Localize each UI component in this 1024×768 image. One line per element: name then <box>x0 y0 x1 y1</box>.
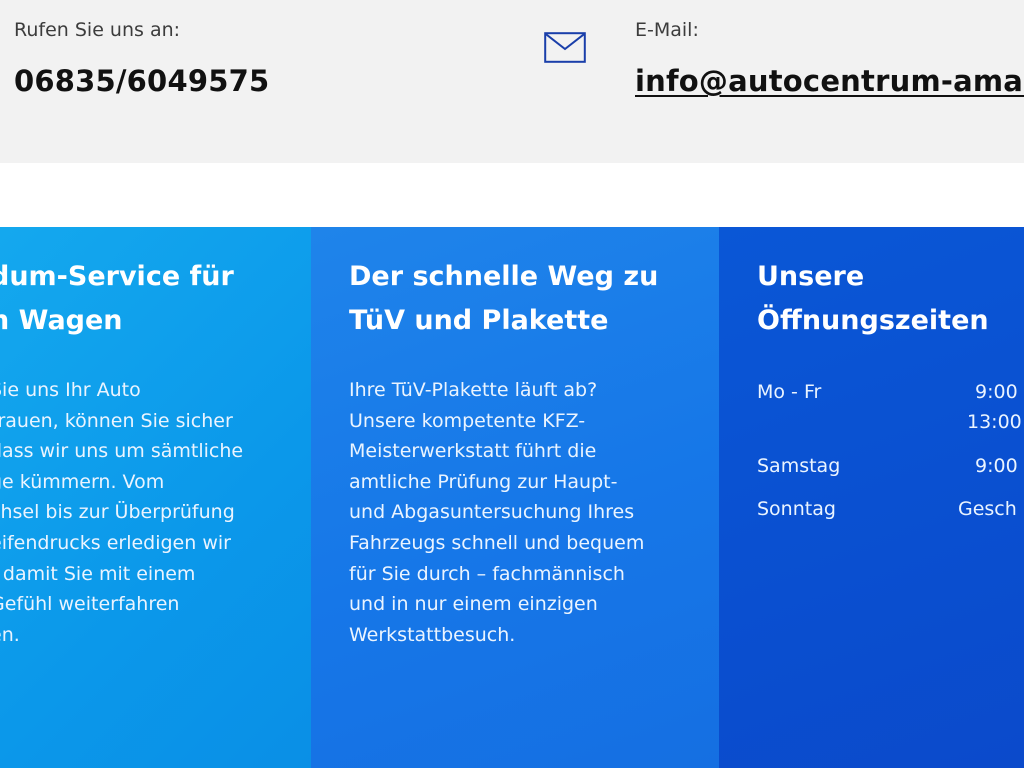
mail-label: E-Mail: <box>635 19 699 41</box>
text-line: Meisterwerkstatt führt die <box>349 440 597 463</box>
title-line: TüV und Plakette <box>349 305 609 336</box>
title-line: n Wagen <box>0 305 123 336</box>
hours-time: 9:00 <box>975 455 1018 477</box>
text-line: Ihre TüV-Plakette läuft ab? <box>349 379 598 401</box>
email-link[interactable]: info@autocentrum-amar <box>635 64 1024 98</box>
text-line: eifendrucks erledigen wir <box>0 531 231 554</box>
column-title: Der schnelle Weg zu TüV und Plakette <box>349 255 658 343</box>
envelope-icon <box>544 32 586 63</box>
column-title: Unsere Öffnungszeiten <box>757 255 989 343</box>
text-line: Sie uns Ihr Auto <box>0 379 141 401</box>
text-line: trauen, können Sie sicher <box>0 409 233 432</box>
service-column-tuev: Der schnelle Weg zu TüV und Plakette Ihr… <box>311 227 719 768</box>
text-line: Gefühl weiterfahren <box>0 593 180 616</box>
text-line: en. <box>0 623 20 646</box>
column-text: Ihre TüV-Plakette läuft ab? Unsere kompe… <box>349 375 644 650</box>
service-column-wheel: dum-Service für n Wagen Sie uns Ihr Auto… <box>0 227 311 768</box>
text-line: - damit Sie mit einem <box>0 562 196 585</box>
spacer <box>0 163 1024 227</box>
text-line: chsel bis zur Überprüfung <box>0 501 235 524</box>
text-line: Fahrzeugs schnell und bequem <box>349 531 645 554</box>
text-line: und in nur einem einzigen <box>349 593 598 616</box>
hours-day-weekdays: Mo - Fr <box>757 381 822 403</box>
title-line: Der schnelle Weg zu <box>349 261 659 292</box>
hours-day-saturday: Samstag <box>757 455 841 477</box>
title-line: Unsere <box>757 261 865 292</box>
text-line: Unsere kompetente KFZ- <box>349 409 586 432</box>
hours-time: 13:00 - <box>967 411 1024 433</box>
text-line: amtliche Prüfung zur Haupt- <box>349 470 618 493</box>
page: Rufen Sie uns an: 06835/6049575 E-Mail: … <box>0 0 1024 768</box>
title-line: dum-Service für <box>0 261 234 292</box>
text-line: und Abgasuntersuchung Ihres <box>349 501 635 524</box>
hours-time: 9:00 <box>975 381 1018 403</box>
title-line: Öffnungszeiten <box>757 305 989 336</box>
column-title: dum-Service für n Wagen <box>0 255 234 343</box>
hours-day-sunday: Sonntag <box>757 498 836 520</box>
text-line: ge kümmern. Vom <box>0 470 165 493</box>
column-text: Sie uns Ihr Auto trauen, können Sie sich… <box>0 375 243 650</box>
opening-hours-column: Unsere Öffnungszeiten Mo - Fr 9:00 13:00… <box>719 227 1024 768</box>
phone-link[interactable]: 06835/6049575 <box>14 64 269 98</box>
phone-label: Rufen Sie uns an: <box>14 19 181 41</box>
text-line: für Sie durch – fachmännisch <box>349 562 625 585</box>
contact-bar: Rufen Sie uns an: 06835/6049575 E-Mail: … <box>0 0 1024 163</box>
text-line: dass wir uns um sämtliche <box>0 440 244 463</box>
hours-time: Gesch <box>958 498 1017 520</box>
text-line: Werkstattbesuch. <box>349 623 516 646</box>
